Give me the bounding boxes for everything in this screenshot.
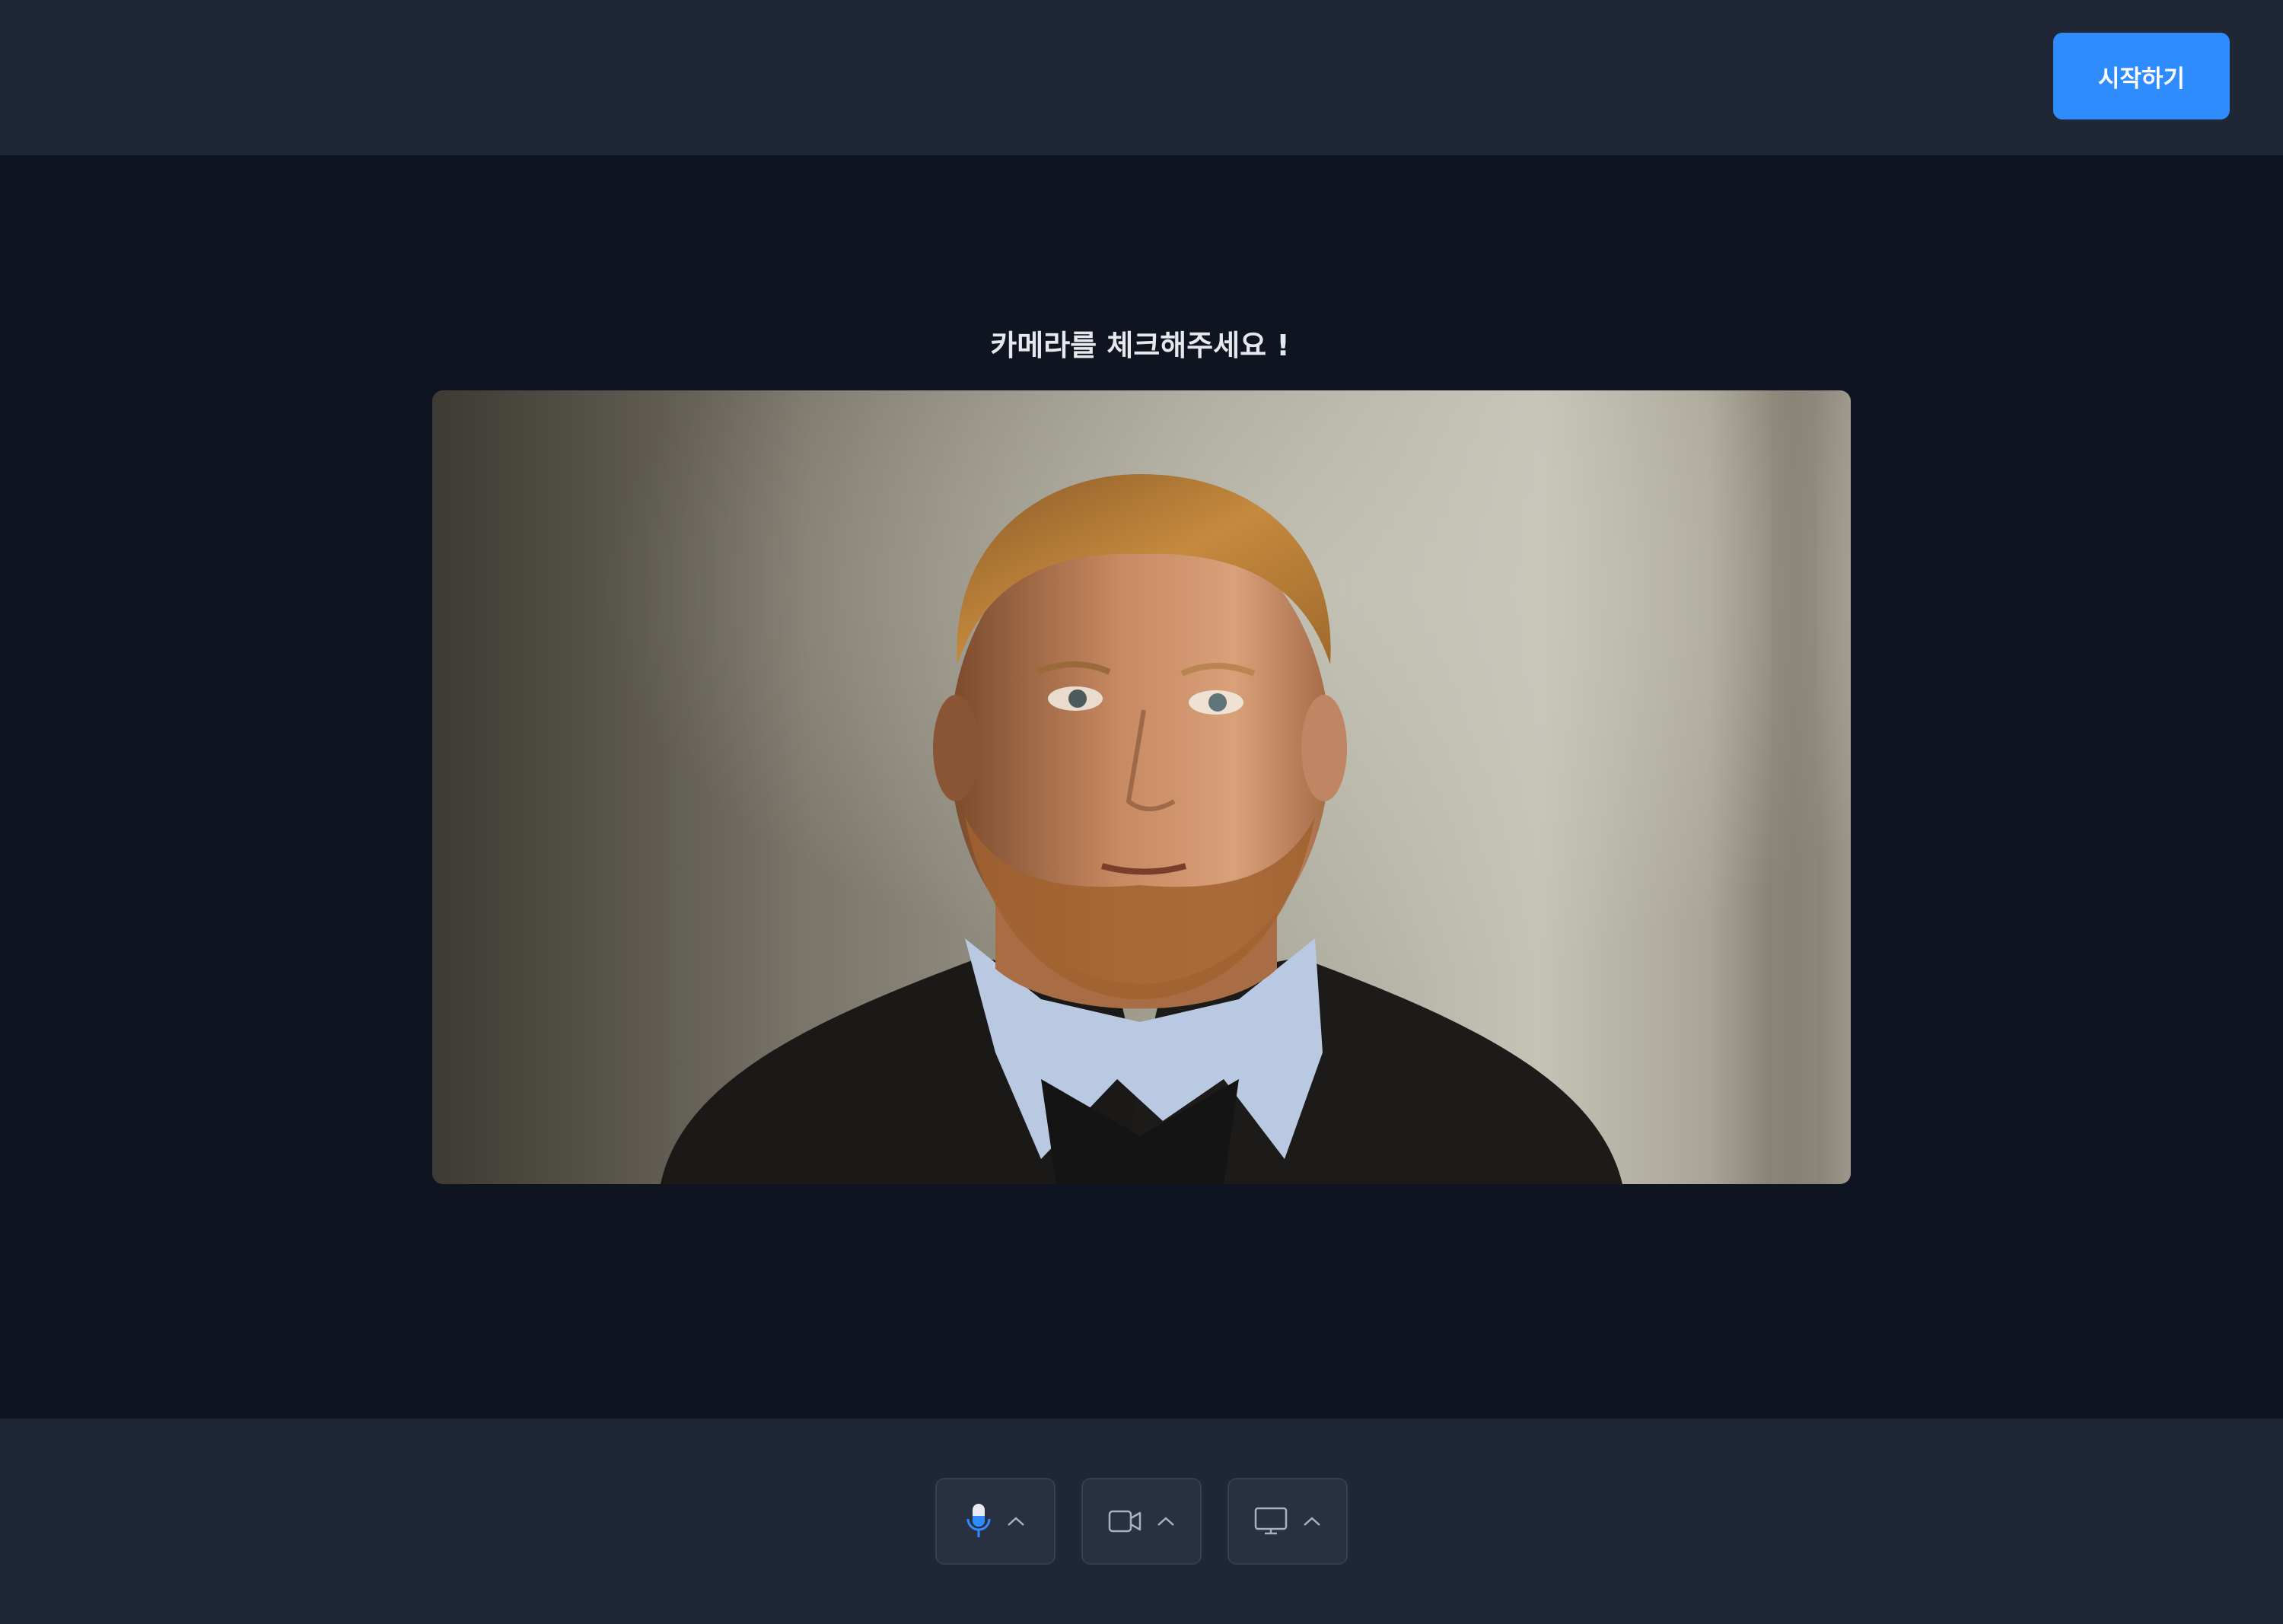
chevron-up-icon[interactable] bbox=[1303, 1516, 1321, 1527]
top-bar: 시작하기 bbox=[0, 0, 2283, 155]
chevron-up-icon[interactable] bbox=[1157, 1516, 1175, 1527]
page-title: 카메라를 체크해주세요 ! bbox=[990, 329, 1290, 362]
chevron-up-icon[interactable] bbox=[1007, 1516, 1025, 1527]
screen-share-control[interactable] bbox=[1227, 1478, 1348, 1565]
microphone-icon bbox=[966, 1504, 991, 1537]
start-button[interactable]: 시작하기 bbox=[2053, 33, 2230, 119]
camera-preview-image bbox=[432, 390, 1851, 1184]
camera-control[interactable] bbox=[1081, 1478, 1202, 1565]
video-camera-icon bbox=[1108, 1510, 1142, 1533]
monitor-icon bbox=[1254, 1507, 1288, 1535]
camera-preview bbox=[432, 390, 1851, 1184]
microphone-control[interactable] bbox=[935, 1478, 1056, 1565]
